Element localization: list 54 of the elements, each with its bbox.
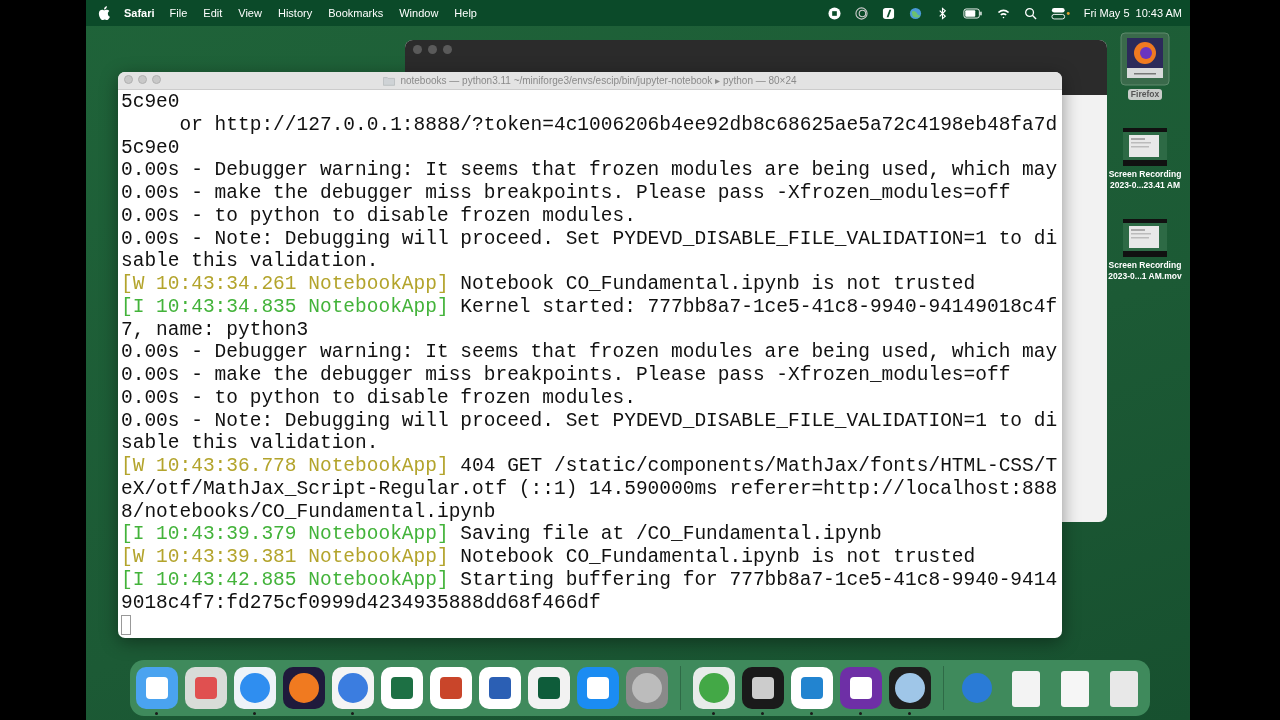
terminal-line: 404 GET /static/components/MathJax/fonts/HTML-CSS/T: [459, 455, 1058, 477]
text-cursor: [121, 615, 131, 636]
terminal-line: 0.00s - Debugger warning: It seems that frozen modules are being used, which may: [121, 341, 1058, 364]
search-icon[interactable]: [1023, 6, 1037, 20]
apple-logo-icon[interactable]: [98, 6, 110, 20]
terminal-line: Starting buffering for 777bb8a7-1ce5-41c8-9940-9414: [459, 568, 1058, 591]
terminal-line: 0.00s - make the debugger miss breakpoints. Please pass -Xfrozen_modules=off: [121, 182, 1011, 204]
window-title: notebooks — python3.11 ~/miniforge3/envs/escip/bin/jupyter-notebook ▸ python — 80×24: [400, 75, 797, 86]
menu-item[interactable]: Window: [399, 7, 439, 19]
terminal-line: 0.00s - make the debugger miss breakpoints. Please pass -Xfrozen_modules=off: [121, 364, 1011, 386]
menu-app-name[interactable]: Safari: [124, 7, 155, 19]
menu-bar-date[interactable]: Fri May 5: [1083, 7, 1130, 19]
log-prefix: [I 10:43:42.885 NotebookApp]: [121, 568, 449, 591]
terminal-line: 7, name: python3: [121, 318, 309, 341]
log-prefix: [I 10:43:34.835 NotebookApp]: [121, 295, 449, 318]
app-icon[interactable]: [526, 665, 571, 710]
terminal-line: or http://127.0.0.1:8888/?token=4c1006206b4ee92db8c68625ae5a72c4198eb48fa7d: [178, 113, 1058, 136]
terminal-line: 5c9e0: [121, 91, 180, 113]
terminal-line: Notebook CO_Fundamental.ipynb is not trusted: [459, 546, 976, 568]
terminal-line: 0.00s - Debugger warning: It seems that frozen modules are being used, which may: [121, 159, 1058, 182]
terminal-line: 0.00s - to python to disable frozen modules.: [121, 386, 636, 409]
terminal-line: Kernel started: 777bb8a7-1ce5-41c8-9940-94149018c4f: [459, 295, 1058, 318]
terminal-line: 9018c4f7:fd275cf0999d4234935888dd68f466df: [121, 591, 601, 614]
app-icon[interactable]: [881, 6, 895, 20]
battery-icon[interactable]: [962, 6, 983, 20]
log-prefix: [W 10:43:39.381 NotebookApp]: [121, 546, 449, 568]
wifi-icon[interactable]: [996, 6, 1010, 20]
file-name-label[interactable]: Screen Recording 2023-0...23.41 AM: [1108, 169, 1182, 191]
log-prefix: [W 10:43:34.261 NotebookApp]: [121, 273, 449, 295]
menu-item[interactable]: View: [238, 7, 262, 19]
terminal-line: 0.00s - Note: Debugging will proceed. Set PYDEVD_DISABLE_FILE_VALIDATION=1 to di: [121, 227, 1058, 250]
menu-item[interactable]: Edit: [203, 7, 223, 19]
menu-item[interactable]: History: [277, 7, 313, 19]
terminal-line: Notebook CO_Fundamental.ipynb is not trusted: [459, 273, 976, 295]
spiral-icon[interactable]: [854, 6, 868, 20]
terminal-line: 0.00s - Note: Debugging will proceed. Set PYDEVD_DISABLE_FILE_VALIDATION=1 to di: [121, 409, 1058, 432]
menu-item[interactable]: File: [169, 7, 188, 19]
file-name-label[interactable]: Firefox: [1127, 89, 1163, 100]
log-prefix: [W 10:43:36.778 NotebookApp]: [121, 455, 449, 477]
folder-icon: [383, 75, 396, 86]
terminal-line: 0.00s - to python to disable frozen modules.: [121, 204, 636, 227]
control-center-icon[interactable]: [1050, 6, 1071, 20]
menu-bar-time[interactable]: 10:43 AM: [1135, 7, 1182, 19]
menu-item[interactable]: Bookmarks: [328, 7, 384, 19]
terminal-line: eX/otf/MathJax_Script-Regular.otf (::1) 14.590000ms referer=http://localhost:888: [121, 477, 1058, 500]
file-name-label[interactable]: Screen Recording 2023-0...1 AM.mov: [1108, 260, 1182, 282]
terminal-line: sable this validation.: [121, 250, 379, 273]
terminal-line: 5c9e0: [121, 136, 180, 159]
terminal-line: sable this validation.: [121, 432, 379, 455]
terminal-line: 8/notebooks/CO_Fundamental.ipynb: [121, 500, 496, 523]
record-icon[interactable]: [827, 6, 841, 20]
terminal-line: Saving file at /CO_Fundamental.ipynb: [459, 523, 882, 546]
log-prefix: [I 10:43:39.379 NotebookApp]: [121, 523, 449, 546]
menu-item[interactable]: Help: [454, 7, 477, 19]
